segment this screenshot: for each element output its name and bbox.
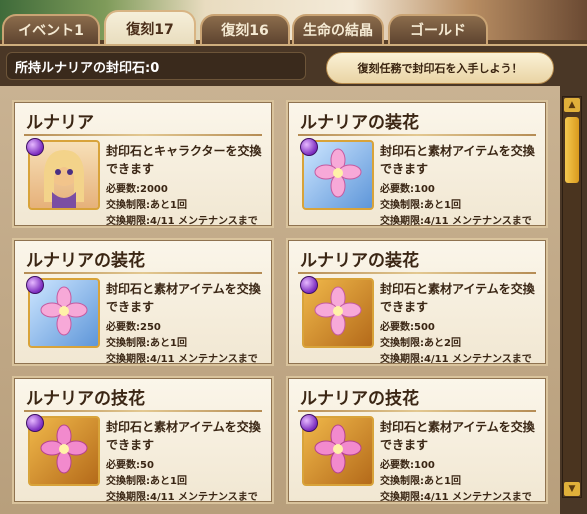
card-title: ルナリア [26, 113, 94, 133]
exchange-card[interactable]: ルナリア 封印石とキャラクターを交換できます 必要数:2000 交換制限:あと1… [12, 100, 274, 228]
card-description: 封印石と素材アイテムを交換できます [380, 144, 535, 176]
card-title: ルナリアの技花 [26, 389, 145, 409]
card-divider [298, 410, 536, 412]
card-title: ルナリアの装花 [300, 251, 419, 271]
flower-icon [300, 276, 374, 348]
exchange-period: 交換期限:4/11 メンテナンスまで [380, 216, 532, 227]
card-description: 封印石と素材アイテムを交換できます [106, 282, 261, 314]
exchange-limit: 交換制限:あと1回 [380, 476, 461, 487]
card-divider [24, 272, 262, 274]
required-count: 必要数:250 [106, 322, 161, 333]
scroll-thumb[interactable] [565, 117, 579, 183]
tab-gold[interactable]: ゴールド [388, 14, 488, 44]
flower-icon [26, 414, 100, 486]
card-divider [298, 134, 536, 136]
list-scrollbar[interactable]: ▲ ▼ [562, 96, 582, 498]
tab-event1[interactable]: イベント1 [2, 14, 100, 44]
rarity-gem-icon [26, 276, 44, 294]
exchange-screen: イベント1 復刻17 復刻16 生命の結晶 ゴールド 所持ルナリアの封印石:0 … [0, 0, 587, 514]
card-divider [298, 272, 536, 274]
scroll-up-icon[interactable]: ▲ [564, 98, 580, 112]
exchange-card[interactable]: ルナリアの装花 封印石と素材アイテムを交換できます 必要数:250 交換制限:あ… [12, 238, 274, 366]
exchange-period: 交換期限:4/11 メンテナンスまで [380, 354, 532, 365]
required-count: 必要数:500 [380, 322, 435, 333]
exchange-limit: 交換制限:あと1回 [106, 200, 187, 211]
exchange-limit: 交換制限:あと1回 [106, 476, 187, 487]
card-title: ルナリアの技花 [300, 389, 419, 409]
card-title: ルナリアの装花 [26, 251, 145, 271]
tab-life-crystal[interactable]: 生命の結晶 [292, 14, 384, 44]
required-count: 必要数:2000 [106, 184, 168, 195]
exchange-period: 交換期限:4/11 メンテナンスまで [106, 216, 258, 227]
exchange-card[interactable]: ルナリアの装花 封印石と素材アイテムを交換できます 必要数:100 交換制限:あ… [286, 100, 548, 228]
rarity-gem-icon [300, 414, 318, 432]
card-description: 封印石と素材アイテムを交換できます [380, 282, 535, 314]
exchange-limit: 交換制限:あと1回 [380, 200, 461, 211]
tab-fukkoku17[interactable]: 復刻17 [104, 10, 196, 46]
rarity-gem-icon [300, 138, 318, 156]
exchange-period: 交換期限:4/11 メンテナンスまで [106, 492, 258, 503]
rarity-gem-icon [26, 414, 44, 432]
card-description: 封印石とキャラクターを交換できます [106, 144, 262, 176]
rarity-gem-icon [300, 276, 318, 294]
rarity-gem-icon [26, 138, 44, 156]
tab-fukkoku16[interactable]: 復刻16 [200, 14, 290, 44]
card-divider [24, 134, 262, 136]
exchange-limit: 交換制限:あと1回 [106, 338, 187, 349]
exchange-card[interactable]: ルナリアの技花 封印石と素材アイテムを交換できます 必要数:50 交換制限:あと… [12, 376, 274, 504]
card-title: ルナリアの装花 [300, 113, 419, 133]
owned-seal-stones: 所持ルナリアの封印石:0 [6, 52, 306, 80]
flower-icon [26, 276, 100, 348]
exchange-card[interactable]: ルナリアの技花 封印石と素材アイテムを交換できます 必要数:100 交換制限:あ… [286, 376, 548, 504]
hint-banner: 復刻任務で封印石を入手しよう！ [326, 52, 554, 84]
exchange-card[interactable]: ルナリアの装花 封印石と素材アイテムを交換できます 必要数:500 交換制限:あ… [286, 238, 548, 366]
exchange-period: 交換期限:4/11 メンテナンスまで [380, 492, 532, 503]
flower-icon [300, 414, 374, 486]
exchange-limit: 交換制限:あと2回 [380, 338, 461, 349]
portrait-icon [26, 138, 100, 210]
exchange-period: 交換期限:4/11 メンテナンスまで [106, 354, 258, 365]
required-count: 必要数:50 [106, 460, 154, 471]
required-count: 必要数:100 [380, 460, 435, 471]
flower-icon [300, 138, 374, 210]
card-description: 封印石と素材アイテムを交換できます [106, 420, 261, 452]
scroll-down-icon[interactable]: ▼ [564, 482, 580, 496]
card-description: 封印石と素材アイテムを交換できます [380, 420, 535, 452]
required-count: 必要数:100 [380, 184, 435, 195]
card-divider [24, 410, 262, 412]
